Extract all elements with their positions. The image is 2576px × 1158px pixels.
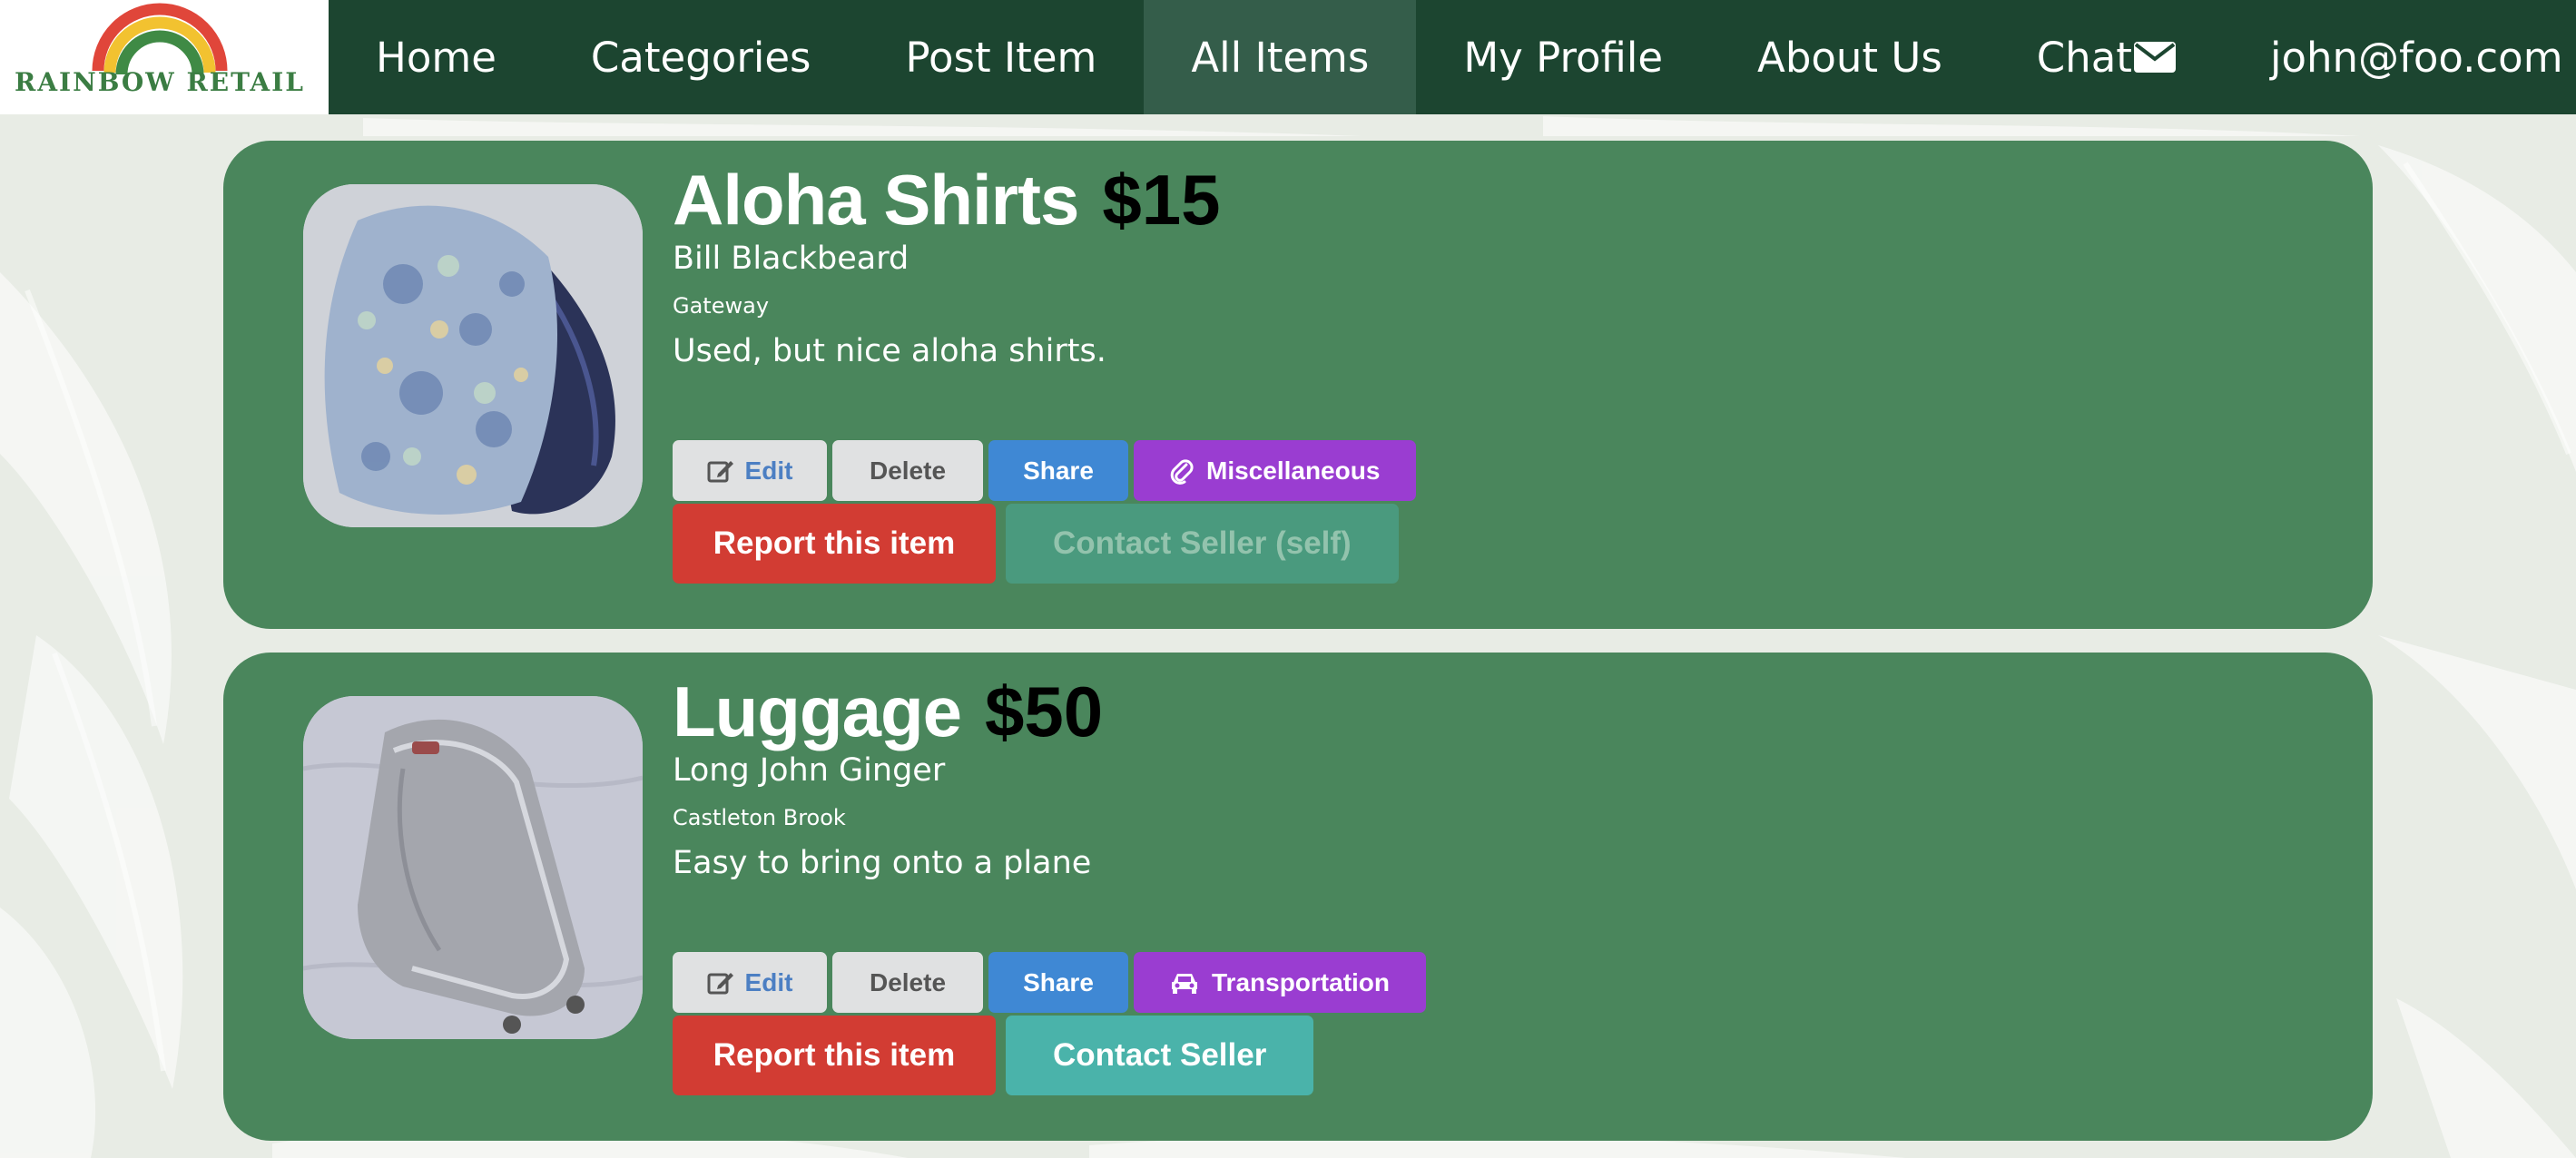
top-navbar: RAINBOW RETAIL Home Categories Post Item… bbox=[0, 0, 2576, 114]
item-details: Luggage $50 Long John Ginger Castleton B… bbox=[673, 671, 1103, 881]
item-title[interactable]: Aloha Shirts bbox=[673, 159, 1079, 241]
delete-button[interactable]: Delete bbox=[832, 952, 983, 1013]
contact-label: Contact Seller bbox=[1053, 1037, 1267, 1073]
delete-label: Delete bbox=[869, 456, 947, 485]
luggage-photo bbox=[303, 696, 643, 1039]
item-secondary-actions: Report this item Contact Seller bbox=[673, 1016, 1314, 1095]
category-label: Transportation bbox=[1212, 967, 1391, 996]
report-label: Report this item bbox=[713, 1037, 956, 1073]
nav-post-item[interactable]: Post Item bbox=[858, 0, 1144, 114]
share-label: Share bbox=[1023, 456, 1094, 485]
category-label: Miscellaneous bbox=[1206, 456, 1381, 485]
item-actions: Edit Delete Share Miscellaneous bbox=[673, 440, 1417, 501]
contact-label: Contact Seller (self) bbox=[1053, 525, 1352, 561]
delete-button[interactable]: Delete bbox=[832, 440, 983, 501]
nav-about-us[interactable]: About Us bbox=[1710, 0, 1990, 114]
nav-user-email: john@foo.com bbox=[2269, 33, 2563, 82]
nav-post-item-label: Post Item bbox=[905, 33, 1097, 82]
item-image[interactable] bbox=[303, 184, 643, 527]
nav-menu: Home Categories Post Item All Items My P… bbox=[329, 0, 2576, 114]
item-description: Easy to bring onto a plane bbox=[673, 845, 1092, 881]
item-price: $15 bbox=[1102, 160, 1221, 240]
category-button[interactable]: Miscellaneous bbox=[1134, 440, 1417, 501]
edit-label: Edit bbox=[744, 967, 793, 996]
nav-categories[interactable]: Categories bbox=[544, 0, 859, 114]
item-location: Gateway bbox=[673, 293, 770, 319]
nav-categories-label: Categories bbox=[590, 33, 811, 82]
title-row: Luggage $50 bbox=[673, 671, 1103, 754]
envelope-icon bbox=[2133, 42, 2176, 73]
rainbow-icon bbox=[92, 3, 228, 75]
nav-home-label: Home bbox=[376, 33, 497, 82]
edit-icon bbox=[707, 457, 734, 485]
car-icon bbox=[1170, 971, 1199, 995]
rainbow-retail-logo[interactable]: RAINBOW RETAIL bbox=[0, 0, 329, 114]
item-price: $50 bbox=[985, 672, 1104, 751]
contact-seller-button[interactable]: Contact Seller bbox=[1006, 1016, 1314, 1095]
nav-home[interactable]: Home bbox=[329, 0, 544, 114]
share-button[interactable]: Share bbox=[988, 440, 1128, 501]
brand-name: RAINBOW RETAIL bbox=[15, 67, 305, 97]
nav-chat-label: Chat bbox=[2036, 33, 2132, 82]
seller-name[interactable]: Long John Ginger bbox=[673, 752, 1103, 800]
item-description: Used, but nice aloha shirts. bbox=[673, 333, 1106, 369]
share-button[interactable]: Share bbox=[988, 952, 1128, 1013]
item-image[interactable] bbox=[303, 696, 643, 1039]
paperclip-icon bbox=[1170, 457, 1194, 485]
report-label: Report this item bbox=[713, 525, 956, 561]
edit-label: Edit bbox=[744, 456, 793, 485]
nav-all-items-label: All Items bbox=[1191, 33, 1370, 82]
nav-my-profile[interactable]: My Profile bbox=[1416, 0, 1710, 114]
item-card: Luggage $50 Long John Ginger Castleton B… bbox=[223, 653, 2373, 1141]
delete-label: Delete bbox=[869, 967, 947, 996]
nav-chat[interactable]: Chat bbox=[1990, 0, 2223, 114]
item-actions: Edit Delete Share Transportation bbox=[673, 952, 1427, 1013]
edit-button[interactable]: Edit bbox=[673, 440, 827, 501]
nav-my-profile-label: My Profile bbox=[1463, 33, 1664, 82]
seller-name[interactable]: Bill Blackbeard bbox=[673, 240, 1221, 288]
item-card: Aloha Shirts $15 Bill Blackbeard Gateway… bbox=[223, 141, 2373, 629]
category-button[interactable]: Transportation bbox=[1134, 952, 1427, 1013]
contact-seller-button[interactable]: Contact Seller (self) bbox=[1006, 504, 1399, 584]
report-item-button[interactable]: Report this item bbox=[673, 504, 996, 584]
nav-about-us-label: About Us bbox=[1757, 33, 1942, 82]
item-secondary-actions: Report this item Contact Seller (self) bbox=[673, 504, 1399, 584]
share-label: Share bbox=[1023, 967, 1094, 996]
edit-button[interactable]: Edit bbox=[673, 952, 827, 1013]
item-details: Aloha Shirts $15 Bill Blackbeard Gateway… bbox=[673, 159, 1221, 369]
item-location: Castleton Brook bbox=[673, 805, 846, 830]
aloha-shirts-photo bbox=[303, 184, 643, 527]
title-row: Aloha Shirts $15 bbox=[673, 159, 1221, 242]
item-title[interactable]: Luggage bbox=[673, 671, 962, 753]
nav-user-account[interactable]: john@foo.com bbox=[2223, 0, 2576, 114]
edit-icon bbox=[707, 969, 734, 996]
report-item-button[interactable]: Report this item bbox=[673, 1016, 996, 1095]
nav-all-items[interactable]: All Items bbox=[1144, 0, 1417, 114]
